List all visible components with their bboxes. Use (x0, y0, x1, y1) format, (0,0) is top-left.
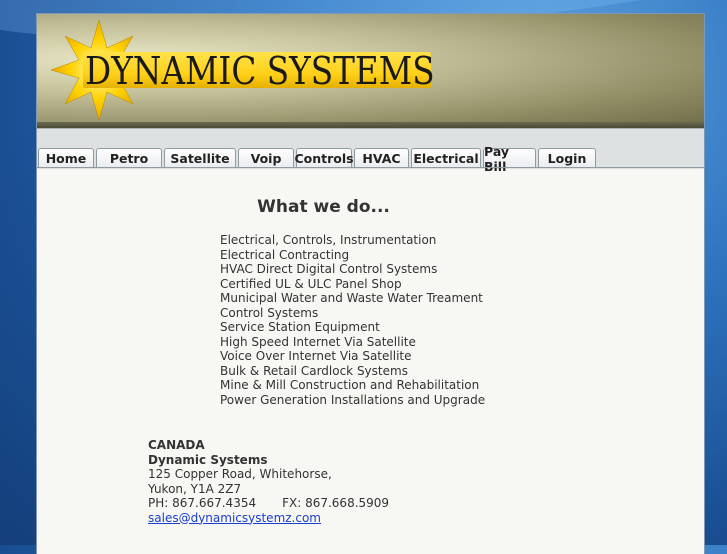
header-banner: DYNAMIC SYSTEMS (37, 14, 704, 128)
fax-number: FX: 867.668.5909 (282, 496, 390, 510)
list-item: HVAC Direct Digital Control Systems (220, 262, 438, 276)
tab-home[interactable]: Home (38, 148, 94, 168)
list-item: Voice Over Internet Via Satellite (220, 349, 412, 363)
tab-electrical[interactable]: Electrical (411, 148, 481, 168)
list-item: Electrical Contracting (220, 247, 350, 262)
nav-divider (37, 167, 704, 168)
tab-login[interactable]: Login (538, 148, 596, 168)
tab-hvac[interactable]: HVAC (354, 148, 409, 168)
list-item: Bulk & Retail Cardlock Systems (220, 363, 408, 378)
web-page: DYNAMIC SYSTEMS Home Petro Satellite Voi… (37, 14, 704, 554)
tab-controls[interactable]: Controls (294, 148, 354, 168)
company-name: Dynamic Systems (148, 452, 268, 467)
list-item: Power Generation Installations and Upgra… (220, 392, 486, 407)
list-item: Certified UL & ULC Panel Shop (220, 276, 402, 291)
list-item: Service Station Equipment (220, 320, 380, 334)
contact-block: CANADA Dynamic Systems 125 Copper Road, … (148, 438, 389, 525)
tab-satellite[interactable]: Satellite (164, 148, 236, 168)
main-nav: Home Petro Satellite Voip Controls HVAC … (38, 144, 598, 174)
tab-pay-bill[interactable]: Pay Bill (483, 144, 536, 174)
tab-petro[interactable]: Petro (96, 148, 162, 168)
services-list: Electrical, Controls, Instrumentation El… (220, 233, 520, 407)
list-item: Mine & Mill Construction and Rehabilitat… (220, 378, 480, 392)
phone-number: PH: 867.667.4354 (148, 496, 257, 510)
country-label: CANADA (148, 438, 205, 452)
list-item: Electrical, Controls, Instrumentation (220, 233, 437, 247)
tab-voip[interactable]: Voip (238, 148, 294, 168)
logo-text: DYNAMIC SYSTEMS (85, 49, 435, 93)
city-postal: Yukon, Y1A 2Z7 (148, 481, 242, 496)
phone-fax-line: PH: 867.667.4354 FX: 867.668.5909 (148, 496, 389, 511)
list-item: Municipal Water and Waste Water Treament… (220, 291, 483, 320)
page-title: What we do... (257, 197, 390, 217)
email-link[interactable]: sales@dynamicsystemz.com (148, 511, 321, 525)
list-item: High Speed Internet Via Satellite (220, 334, 416, 349)
street-address: 125 Copper Road, Whitehorse, (148, 467, 332, 481)
